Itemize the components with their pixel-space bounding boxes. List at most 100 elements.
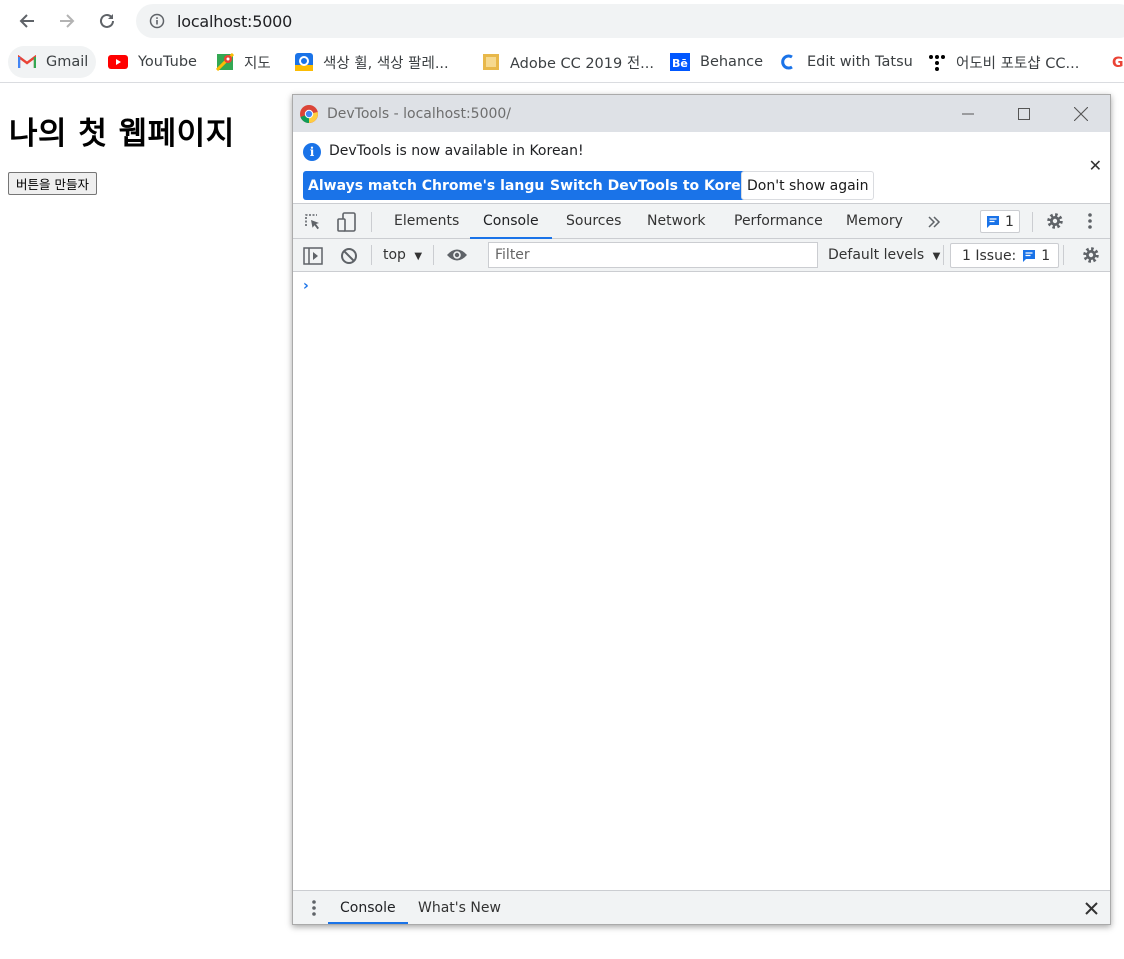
bookmark-behance[interactable]: Bē Behance	[670, 46, 763, 78]
devtools-drawer: Console What's New	[293, 890, 1110, 924]
close-window-button[interactable]	[1053, 95, 1109, 132]
filter-input[interactable]: Filter	[488, 242, 818, 268]
browser-toolbar: localhost:5000	[0, 0, 1124, 42]
color-icon	[295, 53, 313, 71]
close-icon	[1074, 106, 1088, 121]
bookmark-label: Edit with Tatsu	[807, 54, 913, 70]
bookmark-overflow[interactable]: G	[1110, 46, 1124, 78]
issues-count: 1	[1041, 247, 1051, 264]
url-text: localhost:5000	[177, 11, 293, 31]
devtools-title: DevTools - localhost:5000/	[327, 105, 512, 122]
bookmark-label: YouTube	[138, 54, 197, 70]
drawer-tab-console[interactable]: Console	[328, 891, 408, 924]
issues-button[interactable]: 1 Issue: 1	[950, 243, 1060, 268]
chrome-icon	[300, 104, 318, 123]
console-output[interactable]: ›	[293, 272, 1110, 891]
tatsu-icon	[779, 53, 797, 71]
tab-performance[interactable]: Performance	[734, 204, 823, 239]
forward-button[interactable]	[52, 6, 82, 36]
tab-separator	[1032, 212, 1033, 232]
clear-console-icon[interactable]	[339, 246, 359, 266]
make-button[interactable]: 버튼을 만들자	[8, 172, 97, 195]
maximize-button[interactable]	[996, 95, 1052, 132]
minimize-icon	[962, 113, 974, 114]
tab-elements[interactable]: Elements	[394, 204, 459, 239]
toolbar-separator	[371, 245, 372, 265]
language-infobar: i DevTools is now available in Korean! A…	[293, 132, 1110, 204]
svg-text:Bē: Bē	[672, 57, 688, 70]
messages-count: 1	[1005, 213, 1014, 230]
bookmark-maps[interactable]: 지도	[216, 46, 271, 78]
context-selector[interactable]: top ▼	[383, 239, 422, 272]
bookmark-color-wheel[interactable]: 색상 휠, 색상 팔레...	[295, 46, 449, 78]
dropdown-arrow-icon: ▼	[414, 251, 423, 262]
bookmark-label: 어도비 포토샵 CC...	[956, 55, 1080, 72]
maps-icon	[216, 53, 234, 71]
console-toolbar: top ▼ Filter Default levels ▼ 1 Issue: 1	[293, 239, 1110, 272]
inspect-element-icon[interactable]	[303, 212, 323, 232]
tab-sources[interactable]: Sources	[566, 204, 621, 239]
adobe-icon	[482, 53, 500, 71]
bookmark-adobe[interactable]: Adobe CC 2019 전...	[482, 46, 654, 78]
tab-memory[interactable]: Memory	[846, 204, 903, 239]
tab-network[interactable]: Network	[647, 204, 705, 239]
drawer-tab-whats-new[interactable]: What's New	[418, 891, 501, 924]
bookmark-youtube[interactable]: YouTube	[108, 46, 197, 78]
page-heading: 나의 첫 웹페이지	[9, 116, 235, 152]
settings-gear-icon[interactable]	[1045, 211, 1065, 231]
dropdown-arrow-icon: ▼	[932, 251, 941, 262]
console-prompt-chevron-icon: ›	[303, 278, 309, 294]
back-arrow-icon	[19, 14, 34, 28]
bookmark-gmail[interactable]: Gmail	[8, 46, 97, 78]
bookmarks-bar: Gmail YouTube 지도 색상 휠, 색상 팔레... Adobe CC…	[0, 42, 1124, 83]
more-tabs-chevron-icon[interactable]	[926, 212, 942, 232]
message-icon	[1023, 249, 1036, 262]
infobar-close-icon[interactable]: ✕	[1089, 156, 1102, 175]
reload-button[interactable]	[92, 6, 122, 36]
devtools-tabbar: Elements Console Sources Network Perform…	[293, 204, 1110, 239]
toolbar-separator	[433, 245, 434, 265]
back-button[interactable]	[12, 6, 42, 36]
bookmark-label: 지도	[244, 55, 271, 72]
drawer-menu-icon[interactable]	[311, 899, 317, 917]
svg-text:G: G	[1112, 55, 1124, 71]
bookmark-label: Behance	[700, 54, 764, 70]
google-translate-icon: G	[1110, 53, 1124, 71]
log-levels-dropdown[interactable]: Default levels ▼	[828, 239, 940, 272]
toolbar-separator	[943, 245, 944, 265]
message-icon	[987, 215, 999, 228]
bookmark-tatsu[interactable]: Edit with Tatsu	[779, 46, 913, 78]
messages-badge[interactable]: 1	[980, 210, 1020, 233]
devtools-titlebar[interactable]: DevTools - localhost:5000/	[293, 95, 1110, 132]
kebab-menu-icon[interactable]	[1083, 211, 1097, 231]
bookmark-label: 색상 휠, 색상 팔레...	[323, 55, 449, 72]
toolbar-separator	[1063, 245, 1064, 265]
behance-icon: Bē	[670, 53, 690, 71]
log-levels-label: Default levels	[828, 247, 925, 263]
address-bar[interactable]: localhost:5000	[136, 4, 1124, 38]
tab-separator	[371, 212, 372, 232]
youtube-icon	[108, 53, 128, 71]
bookmark-photoshop[interactable]: 어도비 포토샵 CC...	[928, 46, 1079, 78]
switch-to-korean-button[interactable]: Switch DevTools to Korean	[545, 171, 766, 200]
always-match-language-button[interactable]: Always match Chrome's language	[303, 171, 579, 200]
forward-arrow-icon	[60, 14, 75, 28]
console-settings-gear-icon[interactable]	[1081, 245, 1101, 265]
device-toolbar-icon[interactable]	[336, 211, 358, 233]
gmail-icon	[18, 53, 36, 71]
live-expression-eye-icon[interactable]	[446, 247, 468, 263]
tab-console[interactable]: Console	[470, 204, 552, 239]
dots-icon	[928, 53, 946, 71]
devtools-window: DevTools - localhost:5000/ i DevTools is…	[292, 94, 1111, 925]
bookmark-label: Adobe CC 2019 전...	[510, 55, 655, 72]
info-icon[interactable]	[149, 13, 165, 29]
maximize-icon	[1018, 107, 1030, 120]
sidebar-toggle-icon[interactable]	[303, 246, 323, 266]
infobar-message: DevTools is now available in Korean!	[329, 143, 584, 159]
info-circle-icon: i	[303, 143, 321, 161]
bookmark-label: Gmail	[46, 54, 89, 70]
context-value: top	[383, 247, 406, 263]
minimize-button[interactable]	[940, 95, 996, 132]
dont-show-again-button[interactable]: Don't show again	[741, 171, 875, 200]
drawer-close-icon[interactable]	[1083, 900, 1099, 916]
